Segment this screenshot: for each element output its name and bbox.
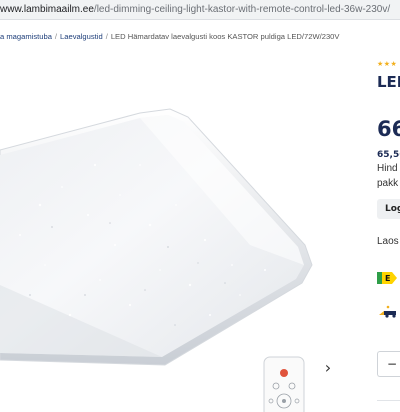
remote-control-image [263,356,305,412]
energy-class-letter: E [385,274,390,283]
delivery-truck-icon [379,305,396,318]
product-image [0,108,313,412]
breadcrumb-current: LED Hämardatav laevalgusti koos KASTOR p… [110,32,340,41]
product-title: LED [377,73,400,91]
url-path: /led-dimming-ceiling-light-kastor-with-r… [93,4,391,15]
product-image-gallery: › [0,55,340,412]
breadcrumb: a magamistuba / Laevalgustid / LED Hämardata… [0,32,380,42]
breadcrumb-link-bedroom[interactable]: a magamistuba [0,32,52,41]
price-without-vat: 65,56 [377,150,400,160]
login-button[interactable]: Log [377,199,400,219]
minus-icon: − [387,357,398,371]
product-price: 66 [377,117,400,141]
breadcrumb-separator: / [54,32,58,41]
gallery-next-button[interactable]: › [318,355,338,379]
breadcrumb-link-ceiling-lights[interactable]: Laevalgustid [60,32,103,41]
url-host: www.lambimaailm.ee [0,4,94,15]
product-info-panel: ★★★ LED 66 65,56 Hind pakk Log Laos E − [360,55,400,412]
rating-stars[interactable]: ★★★ [377,60,397,68]
breadcrumb-separator: / [105,32,108,41]
stock-status: Laos [377,236,399,247]
price-note-line-1: Hind [377,163,398,174]
divider [377,400,400,412]
price-note-line-2: pakk [377,178,399,189]
energy-label-icon[interactable]: E [377,272,397,284]
chevron-right-icon: › [324,357,332,377]
quantity-decrease-button[interactable]: − [377,351,400,377]
address-bar[interactable]: www.lambimaailm.ee/led-dimming-ceiling-l… [0,0,400,20]
